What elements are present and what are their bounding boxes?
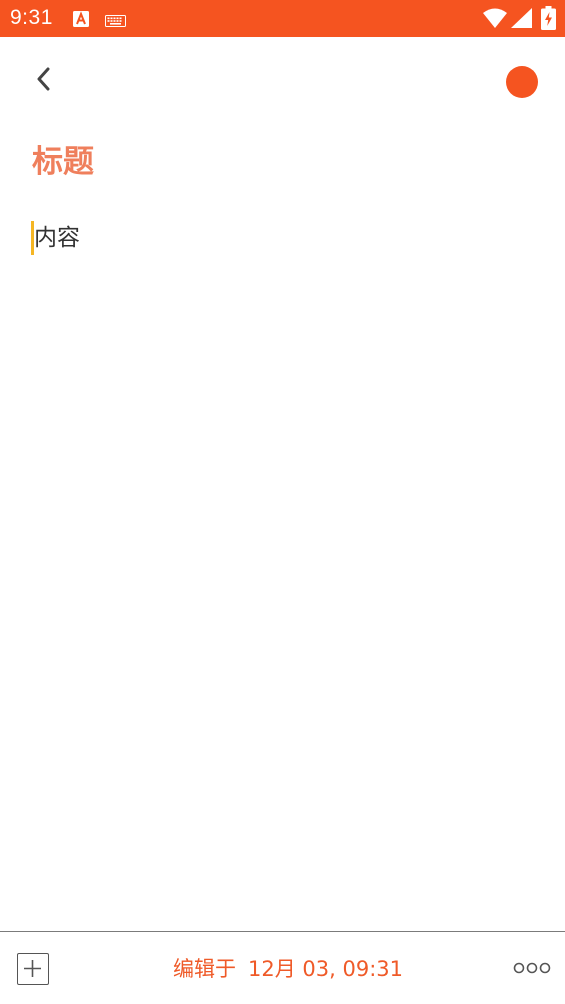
status-time: 9:31	[10, 6, 53, 29]
add-button[interactable]	[17, 953, 49, 985]
note-color-button[interactable]	[506, 66, 538, 98]
more-button[interactable]	[513, 958, 551, 978]
edited-timestamp: 12月 03, 09:31	[248, 957, 403, 981]
keyboard-icon	[105, 12, 126, 27]
chevron-left-icon	[36, 67, 52, 95]
cell-signal-icon	[511, 8, 532, 28]
note-body-text: 内容	[34, 225, 80, 251]
a-notification-icon	[73, 11, 89, 27]
edited-prefix: 编辑于	[173, 957, 236, 981]
edited-time-label: 编辑于 12月 03, 09:31	[173, 955, 403, 983]
wifi-icon	[483, 8, 507, 28]
note-body-field[interactable]: 内容	[31, 220, 80, 256]
battery-charging-icon	[541, 6, 556, 30]
note-title[interactable]: 标题	[32, 142, 94, 182]
back-button[interactable]	[28, 64, 60, 98]
status-bar: 9:31	[0, 0, 565, 37]
bottom-divider	[0, 931, 565, 932]
more-dots-icon	[513, 962, 551, 982]
